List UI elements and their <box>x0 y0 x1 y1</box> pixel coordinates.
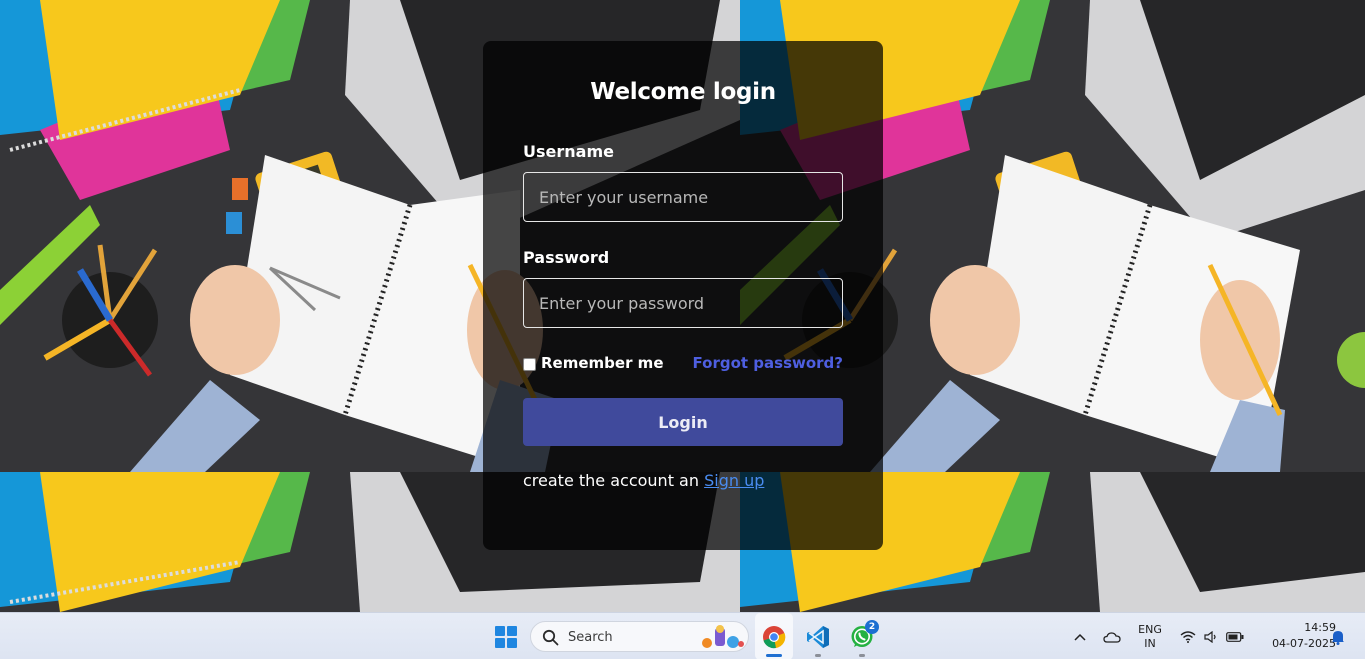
signup-row: create the account an Sign up <box>523 471 764 490</box>
running-indicator <box>815 654 821 657</box>
language-code: ENG <box>1138 622 1162 636</box>
volume-icon <box>1204 630 1216 643</box>
notification-center-button[interactable] <box>1328 613 1348 659</box>
remember-row: Remember me Forgot password? <box>523 354 843 374</box>
taskbar-app-chrome[interactable] <box>755 613 793 659</box>
forgot-password-link[interactable]: Forgot password? <box>693 354 844 372</box>
chrome-icon <box>763 625 786 648</box>
battery-icon <box>1226 631 1244 642</box>
clock-time: 14:59 <box>1304 621 1336 634</box>
taskbar-clock[interactable]: 14:59 04-07-2025 <box>1250 620 1336 652</box>
taskbar: Search 2 ENG IN 14:59 04-07-2025 <box>0 612 1365 659</box>
notification-count-badge: 2 <box>865 620 879 634</box>
language-indicator[interactable]: ENG IN <box>1133 613 1167 659</box>
login-button[interactable]: Login <box>523 398 843 446</box>
taskbar-app-whatsapp[interactable]: 2 <box>843 613 881 659</box>
search-highlight-illustration-icon <box>702 625 744 648</box>
login-title: Welcome login <box>590 79 776 105</box>
vscode-icon <box>807 625 829 648</box>
taskbar-search-box[interactable]: Search <box>530 621 749 652</box>
login-panel: Welcome login Username Password Remember… <box>483 41 883 550</box>
onedrive-cloud-icon <box>1103 631 1121 643</box>
username-label: Username <box>523 142 614 161</box>
quick-settings-button[interactable] <box>1176 613 1248 659</box>
remember-me-checkbox[interactable] <box>523 358 536 371</box>
signup-link[interactable]: Sign up <box>704 471 764 490</box>
notification-bell-icon <box>1332 630 1344 645</box>
clock-date: 04-07-2025 <box>1272 637 1336 650</box>
search-placeholder: Search <box>568 630 613 645</box>
signup-prefix-text: create the account an <box>523 471 699 490</box>
windows-logo-icon <box>495 625 517 648</box>
username-input[interactable] <box>523 172 843 222</box>
running-indicator <box>766 654 782 657</box>
onedrive-button[interactable] <box>1100 613 1124 659</box>
remember-me-label[interactable]: Remember me <box>541 354 664 372</box>
password-input[interactable] <box>523 278 843 328</box>
search-icon <box>542 629 559 646</box>
taskbar-app-vscode[interactable] <box>799 613 837 659</box>
password-label: Password <box>523 248 610 267</box>
language-region: IN <box>1144 636 1156 650</box>
wifi-icon <box>1180 630 1196 643</box>
running-indicator <box>859 654 865 657</box>
show-hidden-icons-button[interactable] <box>1070 613 1090 659</box>
start-button[interactable] <box>490 613 522 659</box>
chevron-up-icon <box>1074 633 1086 641</box>
